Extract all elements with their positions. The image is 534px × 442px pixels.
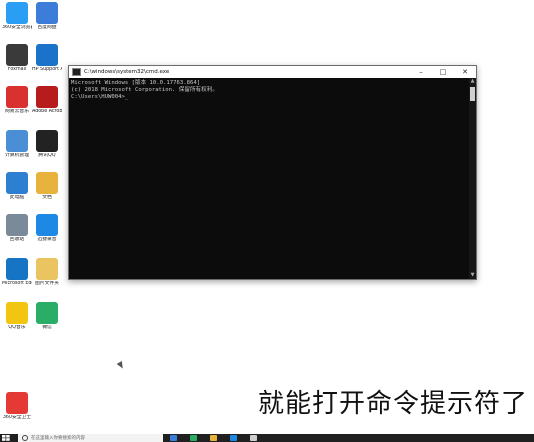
- mail-icon: [6, 44, 28, 66]
- recycle-bin-icon: [6, 214, 28, 236]
- desktop-shortcut[interactable]: 文档: [32, 172, 62, 201]
- qq-music-icon: [6, 302, 28, 324]
- window-title: C:\windows\system32\cmd.exe: [84, 69, 170, 75]
- help-icon: [36, 44, 58, 66]
- wechat-icon: [36, 302, 58, 324]
- desktop-shortcut[interactable]: 网易云音乐: [2, 86, 32, 115]
- recorder-icon: [36, 214, 58, 236]
- shortcut-label: QQ音乐: [8, 325, 26, 330]
- windows-start-icon[interactable]: [2, 435, 10, 441]
- desktop-shortcut[interactable]: 微信: [32, 302, 62, 331]
- shortcut-label: 微信: [42, 325, 52, 330]
- console-line: Microsoft Windows [版本 10.0.17763.864]: [71, 80, 201, 86]
- shortcut-label: 计算机管理: [5, 153, 29, 158]
- security-icon: [6, 392, 28, 414]
- vertical-scrollbar[interactable]: ▲ ▼: [469, 78, 476, 279]
- scroll-down-arrow-icon[interactable]: ▼: [470, 273, 475, 278]
- taskbar-app-icon[interactable]: [250, 435, 257, 441]
- minimize-button[interactable]: –: [410, 66, 432, 78]
- desktop-shortcut[interactable]: 图片文件夹: [32, 258, 62, 287]
- music-icon: [6, 86, 28, 108]
- console-output[interactable]: Microsoft Windows [版本 10.0.17763.864] (c…: [71, 80, 467, 279]
- video-subtitle: 就能打开命令提示符了: [257, 389, 528, 419]
- desktop-shortcut[interactable]: 腾讯QQ: [32, 130, 62, 159]
- computer-manage-icon: [6, 130, 28, 152]
- taskbar-app-icon[interactable]: [210, 435, 217, 441]
- taskbar: 在这里输入你要搜索的内容: [0, 434, 534, 442]
- desktop-shortcut[interactable]: 百度网盘: [32, 2, 62, 31]
- search-placeholder: 在这里输入你要搜索的内容: [31, 436, 85, 441]
- shortcut-label: Microsoft Edge: [2, 281, 32, 286]
- shortcut-label: 回收站: [9, 237, 25, 242]
- folder-icon: [36, 172, 58, 194]
- taskbar-app-icon[interactable]: [170, 435, 177, 441]
- shortcut-label: HP Support Assistant: [32, 67, 62, 72]
- title-bar[interactable]: C:\windows\system32\cmd.exe – □ ✕: [69, 66, 476, 78]
- shortcut-label: 360安全浏览器: [2, 25, 32, 30]
- desktop-shortcut[interactable]: 计算机管理: [2, 130, 32, 159]
- maximize-button[interactable]: □: [432, 66, 454, 78]
- scrollbar-thumb[interactable]: [470, 87, 475, 101]
- shortcut-label: 网易云音乐: [5, 109, 29, 114]
- taskbar-app-icon[interactable]: [230, 435, 237, 441]
- cloud-icon: [36, 2, 58, 24]
- scroll-up-arrow-icon[interactable]: ▲: [470, 79, 475, 84]
- shortcut-label: 迅捷录音: [37, 237, 57, 242]
- shortcut-label: 图片文件夹: [35, 281, 59, 286]
- shortcut-label: 文档: [42, 195, 52, 200]
- desktop-shortcut[interactable]: Microsoft Edge: [2, 258, 32, 287]
- pdf-icon: [36, 86, 58, 108]
- shortcut-label: 腾讯QQ: [38, 153, 56, 158]
- shortcut-label: Foxmail: [7, 67, 27, 72]
- cmd-window[interactable]: C:\windows\system32\cmd.exe – □ ✕ Micros…: [68, 65, 477, 280]
- shortcut-label: 360安全卫士: [2, 415, 32, 420]
- window-controls: – □ ✕: [410, 66, 476, 78]
- desktop-shortcut[interactable]: Foxmail: [2, 44, 32, 73]
- desktop-shortcut[interactable]: 此电脑: [2, 172, 32, 201]
- image-folder-icon: [36, 258, 58, 280]
- desktop-shortcut[interactable]: 迅捷录音: [32, 214, 62, 243]
- shortcut-label: Adobe Acrobat DC: [32, 109, 62, 114]
- shortcut-label: 此电脑: [9, 195, 25, 200]
- this-pc-icon: [6, 172, 28, 194]
- command-prompt[interactable]: C:\Users\HUW004>_: [71, 94, 467, 101]
- taskbar-search-box[interactable]: 在这里输入你要搜索的内容: [18, 434, 163, 442]
- qq-icon: [36, 130, 58, 152]
- shortcut-label: 百度网盘: [37, 25, 57, 30]
- desktop-shortcut[interactable]: 360安全卫士: [2, 392, 32, 421]
- taskbar-app-icon[interactable]: [190, 435, 197, 441]
- desktop: 360安全浏览器百度网盘 Foxmail HP Support Assistant 网…: [0, 0, 534, 442]
- mouse-cursor-icon: [116, 360, 126, 371]
- browser-icon: [6, 2, 28, 24]
- desktop-shortcut[interactable]: 360安全浏览器: [2, 2, 32, 31]
- console-line: (c) 2018 Microsoft Corporation. 保留所有权利。: [71, 87, 218, 93]
- desktop-shortcut[interactable]: 回收站: [2, 214, 32, 243]
- desktop-shortcut[interactable]: Adobe Acrobat DC: [32, 86, 62, 115]
- close-button[interactable]: ✕: [454, 66, 476, 78]
- desktop-shortcut[interactable]: HP Support Assistant: [32, 44, 62, 73]
- desktop-shortcut[interactable]: QQ音乐: [2, 302, 32, 331]
- edge-icon: [6, 258, 28, 280]
- cmd-app-icon: [72, 68, 81, 76]
- search-icon: [22, 435, 28, 441]
